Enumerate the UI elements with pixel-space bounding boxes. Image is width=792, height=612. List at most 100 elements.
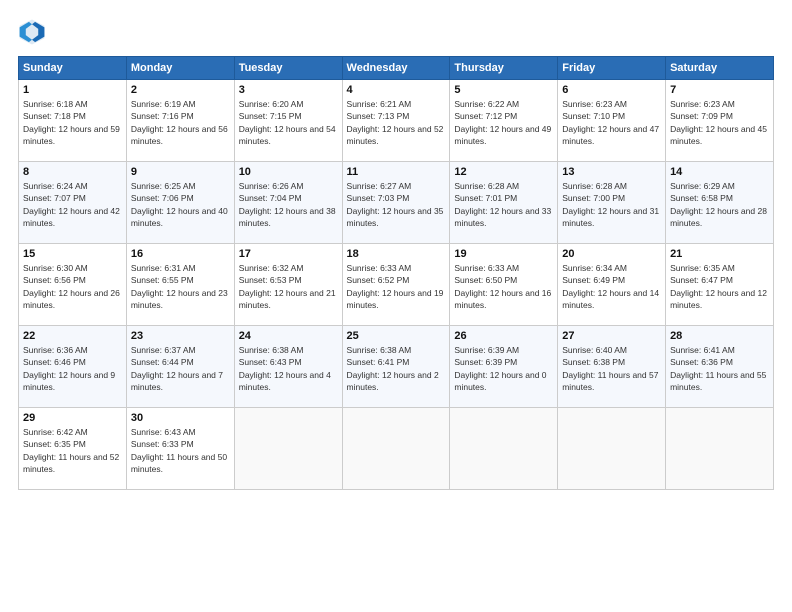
calendar-cell: 13 Sunrise: 6:28 AMSunset: 7:00 PMDayligh…: [558, 162, 666, 244]
day-info: Sunrise: 6:25 AMSunset: 7:06 PMDaylight:…: [131, 180, 230, 229]
calendar-cell: 27 Sunrise: 6:40 AMSunset: 6:38 PMDayligh…: [558, 326, 666, 408]
calendar-cell: 3 Sunrise: 6:20 AMSunset: 7:15 PMDaylight…: [234, 80, 342, 162]
day-info: Sunrise: 6:19 AMSunset: 7:16 PMDaylight:…: [131, 98, 230, 147]
day-info: Sunrise: 6:40 AMSunset: 6:38 PMDaylight:…: [562, 344, 661, 393]
calendar-cell: 7 Sunrise: 6:23 AMSunset: 7:09 PMDaylight…: [666, 80, 774, 162]
calendar-cell: 11Sunrise: 6:27 AMSunset: 7:03 PMDayligh…: [342, 162, 450, 244]
day-info: Sunrise: 6:30 AMSunset: 6:56 PMDaylight:…: [23, 262, 122, 311]
day-header-saturday: Saturday: [666, 57, 774, 80]
calendar-cell: 30 Sunrise: 6:43 AMSunset: 6:33 PMDayligh…: [126, 408, 234, 490]
day-number: 28: [670, 330, 769, 342]
calendar-cell: 26Sunrise: 6:39 AMSunset: 6:39 PMDayligh…: [450, 326, 558, 408]
calendar-cell: 9 Sunrise: 6:25 AMSunset: 7:06 PMDaylight…: [126, 162, 234, 244]
calendar-cell: 10Sunrise: 6:26 AMSunset: 7:04 PMDayligh…: [234, 162, 342, 244]
day-number: 25: [347, 330, 446, 342]
day-number: 30: [131, 412, 230, 424]
calendar-week-row: 1 Sunrise: 6:18 AMSunset: 7:18 PMDaylight…: [19, 80, 774, 162]
day-number: 19: [454, 248, 553, 260]
calendar-week-row: 8 Sunrise: 6:24 AMSunset: 7:07 PMDaylight…: [19, 162, 774, 244]
day-number: 20: [562, 248, 661, 260]
day-info: Sunrise: 6:43 AMSunset: 6:33 PMDaylight:…: [131, 426, 230, 475]
page: SundayMondayTuesdayWednesdayThursdayFrid…: [0, 0, 792, 500]
day-info: Sunrise: 6:38 AMSunset: 6:41 PMDaylight:…: [347, 344, 446, 393]
day-number: 1: [23, 84, 122, 96]
calendar-cell: 4 Sunrise: 6:21 AMSunset: 7:13 PMDaylight…: [342, 80, 450, 162]
day-info: Sunrise: 6:21 AMSunset: 7:13 PMDaylight:…: [347, 98, 446, 147]
day-number: 22: [23, 330, 122, 342]
calendar-body: 1 Sunrise: 6:18 AMSunset: 7:18 PMDaylight…: [19, 80, 774, 490]
day-number: 15: [23, 248, 122, 260]
day-info: Sunrise: 6:34 AMSunset: 6:49 PMDaylight:…: [562, 262, 661, 311]
day-number: 24: [239, 330, 338, 342]
day-info: Sunrise: 6:28 AMSunset: 7:00 PMDaylight:…: [562, 180, 661, 229]
calendar-cell: 16 Sunrise: 6:31 AMSunset: 6:55 PMDayligh…: [126, 244, 234, 326]
day-header-tuesday: Tuesday: [234, 57, 342, 80]
day-number: 9: [131, 166, 230, 178]
day-number: 4: [347, 84, 446, 96]
day-header-friday: Friday: [558, 57, 666, 80]
day-info: Sunrise: 6:33 AMSunset: 6:52 PMDaylight:…: [347, 262, 446, 311]
calendar-week-row: 29 Sunrise: 6:42 AMSunset: 6:35 PMDayligh…: [19, 408, 774, 490]
calendar-cell: [558, 408, 666, 490]
day-number: 2: [131, 84, 230, 96]
day-number: 11: [347, 166, 446, 178]
calendar-cell: 29 Sunrise: 6:42 AMSunset: 6:35 PMDayligh…: [19, 408, 127, 490]
day-number: 5: [454, 84, 553, 96]
day-info: Sunrise: 6:38 AMSunset: 6:43 PMDaylight:…: [239, 344, 338, 393]
day-header-monday: Monday: [126, 57, 234, 80]
day-info: Sunrise: 6:31 AMSunset: 6:55 PMDaylight:…: [131, 262, 230, 311]
calendar-cell: 6 Sunrise: 6:23 AMSunset: 7:10 PMDaylight…: [558, 80, 666, 162]
day-number: 8: [23, 166, 122, 178]
day-info: Sunrise: 6:42 AMSunset: 6:35 PMDaylight:…: [23, 426, 122, 475]
calendar-cell: [234, 408, 342, 490]
day-info: Sunrise: 6:23 AMSunset: 7:09 PMDaylight:…: [670, 98, 769, 147]
logo: [18, 18, 50, 46]
calendar-cell: [450, 408, 558, 490]
calendar-cell: 17Sunrise: 6:32 AMSunset: 6:53 PMDayligh…: [234, 244, 342, 326]
calendar-cell: 20 Sunrise: 6:34 AMSunset: 6:49 PMDayligh…: [558, 244, 666, 326]
calendar-cell: 21 Sunrise: 6:35 AMSunset: 6:47 PMDayligh…: [666, 244, 774, 326]
day-info: Sunrise: 6:37 AMSunset: 6:44 PMDaylight:…: [131, 344, 230, 393]
calendar-table: SundayMondayTuesdayWednesdayThursdayFrid…: [18, 56, 774, 490]
day-info: Sunrise: 6:41 AMSunset: 6:36 PMDaylight:…: [670, 344, 769, 393]
calendar-cell: 8 Sunrise: 6:24 AMSunset: 7:07 PMDaylight…: [19, 162, 127, 244]
day-number: 29: [23, 412, 122, 424]
day-number: 26: [454, 330, 553, 342]
day-number: 3: [239, 84, 338, 96]
calendar-cell: 5 Sunrise: 6:22 AMSunset: 7:12 PMDaylight…: [450, 80, 558, 162]
calendar-cell: 25 Sunrise: 6:38 AMSunset: 6:41 PMDayligh…: [342, 326, 450, 408]
day-info: Sunrise: 6:35 AMSunset: 6:47 PMDaylight:…: [670, 262, 769, 311]
calendar-cell: 23Sunrise: 6:37 AMSunset: 6:44 PMDayligh…: [126, 326, 234, 408]
day-number: 7: [670, 84, 769, 96]
calendar-cell: 15 Sunrise: 6:30 AMSunset: 6:56 PMDayligh…: [19, 244, 127, 326]
day-info: Sunrise: 6:33 AMSunset: 6:50 PMDaylight:…: [454, 262, 553, 311]
day-info: Sunrise: 6:18 AMSunset: 7:18 PMDaylight:…: [23, 98, 122, 147]
day-header-sunday: Sunday: [19, 57, 127, 80]
day-number: 12: [454, 166, 553, 178]
day-number: 13: [562, 166, 661, 178]
calendar-cell: 18Sunrise: 6:33 AMSunset: 6:52 PMDayligh…: [342, 244, 450, 326]
calendar-cell: 2 Sunrise: 6:19 AMSunset: 7:16 PMDaylight…: [126, 80, 234, 162]
day-number: 21: [670, 248, 769, 260]
day-number: 14: [670, 166, 769, 178]
day-number: 16: [131, 248, 230, 260]
day-header-thursday: Thursday: [450, 57, 558, 80]
calendar-cell: 19 Sunrise: 6:33 AMSunset: 6:50 PMDayligh…: [450, 244, 558, 326]
calendar-cell: 22 Sunrise: 6:36 AMSunset: 6:46 PMDayligh…: [19, 326, 127, 408]
day-header-wednesday: Wednesday: [342, 57, 450, 80]
calendar-cell: [666, 408, 774, 490]
day-info: Sunrise: 6:23 AMSunset: 7:10 PMDaylight:…: [562, 98, 661, 147]
day-info: Sunrise: 6:28 AMSunset: 7:01 PMDaylight:…: [454, 180, 553, 229]
day-info: Sunrise: 6:29 AMSunset: 6:58 PMDaylight:…: [670, 180, 769, 229]
day-info: Sunrise: 6:36 AMSunset: 6:46 PMDaylight:…: [23, 344, 122, 393]
logo-icon: [18, 18, 46, 46]
day-number: 6: [562, 84, 661, 96]
day-info: Sunrise: 6:20 AMSunset: 7:15 PMDaylight:…: [239, 98, 338, 147]
day-info: Sunrise: 6:24 AMSunset: 7:07 PMDaylight:…: [23, 180, 122, 229]
day-number: 27: [562, 330, 661, 342]
day-info: Sunrise: 6:22 AMSunset: 7:12 PMDaylight:…: [454, 98, 553, 147]
calendar-cell: 12 Sunrise: 6:28 AMSunset: 7:01 PMDayligh…: [450, 162, 558, 244]
calendar-cell: 1 Sunrise: 6:18 AMSunset: 7:18 PMDaylight…: [19, 80, 127, 162]
day-number: 10: [239, 166, 338, 178]
calendar-cell: 24 Sunrise: 6:38 AMSunset: 6:43 PMDayligh…: [234, 326, 342, 408]
